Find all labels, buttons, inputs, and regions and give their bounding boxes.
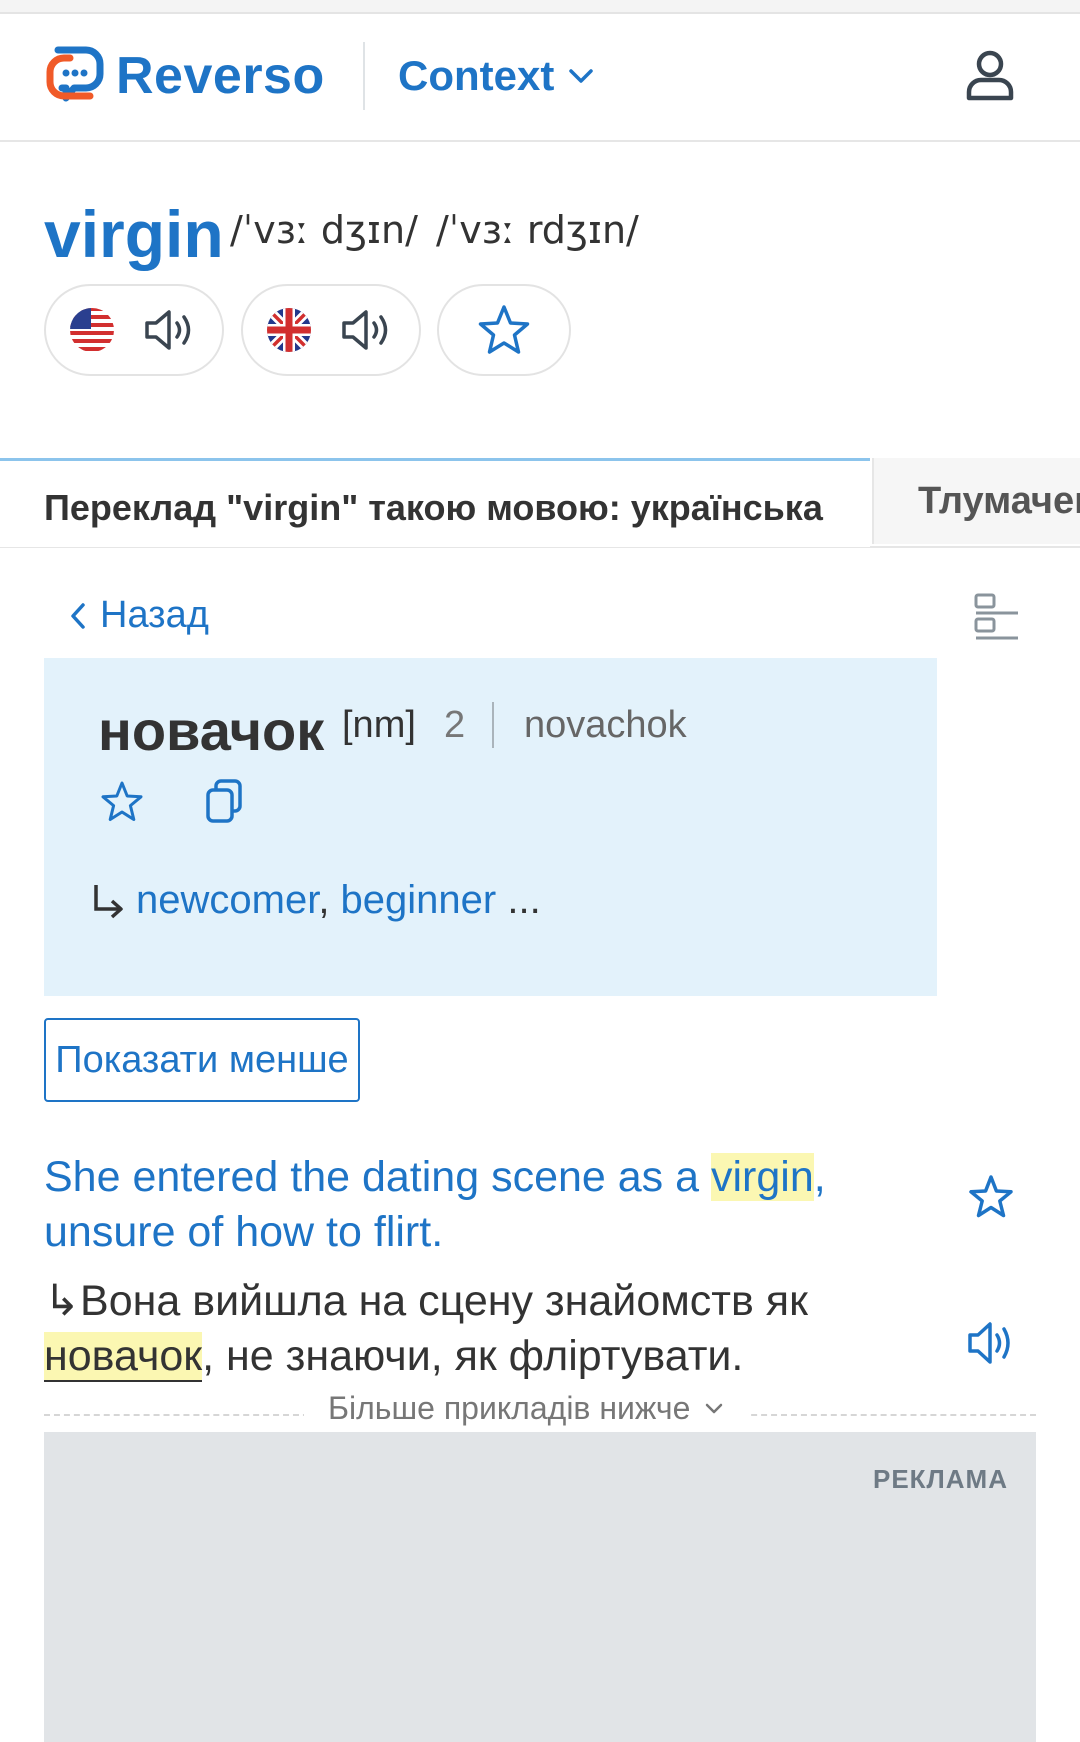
example-target-text: Вона вийшла на сцену знайомств як [80,1277,808,1325]
speaker-icon [342,310,388,350]
example-target-text-end: , не знаючи, як фліртувати. [202,1332,744,1380]
entry-word: virgin [44,197,224,271]
brand-name[interactable]: Reverso [116,46,325,106]
more-examples-link[interactable]: Більше прикладів нижче [304,1390,749,1427]
synonym-comma: , [318,878,341,922]
chevron-down-icon [569,69,594,83]
speaker-icon[interactable] [966,1318,1016,1368]
header-divider [363,42,365,110]
play-uk-pronunciation-button[interactable] [241,284,421,376]
more-examples-label: Більше прикладів нижче [328,1390,691,1426]
context-label: Context [398,52,555,99]
reverso-logo-icon[interactable] [44,40,106,106]
list-view-icon[interactable] [972,592,1022,646]
show-less-button[interactable]: Показати менше [44,1018,360,1102]
synonym-link-beginner[interactable]: beginner [341,878,497,922]
back-label: Назад [100,594,209,636]
translation-word[interactable]: новачок [98,698,324,763]
transliteration: novachok [524,704,687,746]
example-target-highlight: новачок [44,1332,203,1382]
chevron-down-icon [706,1403,723,1413]
ipa-uk: /ˈvɜː rdʒɪn/ [436,208,639,252]
results-tabs: Переклад "virgin" такою мовою: українськ… [0,458,1080,548]
back-link[interactable]: Назад [70,594,209,637]
uk-flag-icon [267,308,311,352]
chevron-left-icon [71,602,85,629]
ad-label: РЕКЛАМА [872,1464,1008,1494]
top-strip [0,0,1080,14]
arrow-return-icon: ↳ [44,1277,81,1325]
copy-icon[interactable] [204,778,244,824]
example-source-text: She entered the dating scene as a [44,1153,711,1201]
tab-translation[interactable]: Переклад "virgin" такою мовою: українськ… [0,458,870,547]
translation-separator [492,702,494,748]
synonym-link-newcomer[interactable]: newcomer [136,878,318,922]
arrow-return-icon [94,884,123,918]
translation-card: новачок [nm] 2 novachok newcomer, beginn… [44,658,937,996]
synonyms-row: newcomer, beginner ... [92,878,541,923]
example-target[interactable]: ↳Вона вийшла на сцену знайомств як новач… [44,1274,944,1384]
star-icon [478,305,530,354]
ipa-us: /ˈvɜː dʒɪn/ [230,208,418,252]
translation-count: 2 [444,704,466,746]
context-dropdown[interactable]: Context [398,52,594,100]
add-to-favourites-button[interactable] [437,284,571,376]
example-source[interactable]: She entered the dating scene as a virgin… [44,1150,944,1260]
synonyms-more[interactable]: ... [507,878,540,922]
play-us-pronunciation-button[interactable] [44,284,224,376]
star-icon[interactable] [968,1174,1014,1220]
user-account-icon[interactable] [964,48,1016,104]
tab-definition[interactable]: Тлумачення [872,458,1080,544]
tab-definition-label: Тлумачення [918,480,1080,522]
us-flag-icon [70,308,114,352]
app-header: Reverso Context [0,14,1080,142]
example-source-highlight: virgin [710,1153,814,1201]
speaker-icon [145,310,191,350]
part-of-speech: [nm] [342,704,416,746]
star-icon[interactable] [100,780,144,824]
tab-translation-label: Переклад "virgin" такою мовою: українськ… [44,487,823,528]
ad-banner[interactable]: РЕКЛАМА [44,1432,1036,1742]
